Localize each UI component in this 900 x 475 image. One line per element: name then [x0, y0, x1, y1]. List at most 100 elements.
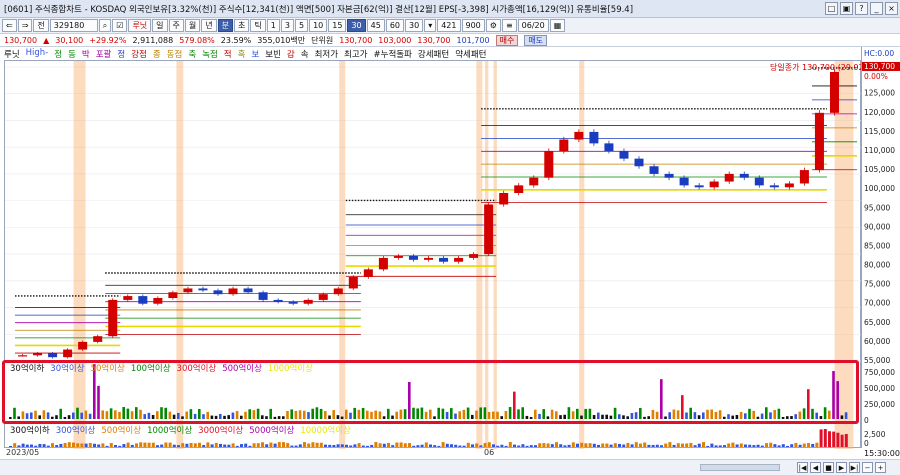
- volume-bar-12: [59, 408, 62, 419]
- interval-1[interactable]: 1: [266, 19, 280, 32]
- volume2-bar-176: [748, 444, 752, 447]
- period-minute[interactable]: 분: [217, 19, 234, 32]
- sell-button[interactable]: 매도: [524, 34, 548, 46]
- period-week[interactable]: 주: [168, 19, 184, 32]
- market-select[interactable]: 전: [33, 19, 49, 32]
- volume-bar-7: [38, 415, 41, 419]
- volume2-bar-147: [626, 442, 630, 447]
- dropdown-icon[interactable]: ▾: [424, 19, 437, 32]
- chart-scrollbar[interactable]: [700, 464, 780, 471]
- volume-bar-41: [181, 416, 184, 419]
- volume-bar-127: [542, 409, 545, 419]
- volume2-bar-13: [63, 443, 67, 447]
- candle-body-7: [123, 296, 133, 300]
- interval-select[interactable]: 30: [405, 19, 424, 32]
- interval-45[interactable]: 45: [366, 19, 385, 32]
- volume2-bar-86: [370, 444, 374, 447]
- count-input[interactable]: 421: [437, 19, 461, 32]
- play-icon[interactable]: ▶: [836, 462, 847, 473]
- legend-item-6: 정: [117, 50, 126, 60]
- period-second[interactable]: 초: [234, 19, 250, 32]
- volume2-bar-79: [340, 444, 344, 447]
- volume2-bar-141: [601, 443, 605, 447]
- legend-item-14: 보: [251, 50, 260, 60]
- date-input[interactable]: 06/20: [517, 19, 549, 32]
- volume-bar-196: [832, 371, 835, 419]
- price-chart[interactable]: [5, 61, 862, 449]
- price-axis-label-1: 0.00%: [864, 72, 888, 81]
- candle-body-32: [499, 193, 509, 205]
- price-axis-label-6: 105,000: [864, 165, 895, 174]
- calendar-icon[interactable]: ▦: [549, 19, 566, 32]
- legend-item-0: 루닛: [4, 50, 20, 60]
- price-axis-label-3: 120,000: [864, 108, 895, 117]
- candle-body-29: [454, 257, 464, 262]
- volume-bar-0: [9, 417, 12, 419]
- restore-icon[interactable]: □: [825, 2, 838, 15]
- search-icon[interactable]: ⌕: [98, 19, 112, 32]
- volume2-bar-72: [311, 442, 315, 447]
- volume-bar-40: [177, 412, 180, 419]
- list-icon[interactable]: ≡: [501, 19, 517, 32]
- volume2-bar-69: [298, 444, 302, 447]
- tile-icon[interactable]: ▣: [840, 2, 853, 15]
- buy-button[interactable]: 매수: [495, 34, 519, 46]
- xaxis-label-mid: 06: [484, 448, 495, 457]
- candle-body-0: [18, 355, 28, 357]
- last-icon[interactable]: ▶|: [849, 462, 860, 473]
- chart-toolbar: ⇐ ⇒ 전 329180 ⌕ ☑ 루닛 일 주 월 년 분 초 틱 1 3 5 …: [0, 18, 900, 34]
- volume2-bar-23: [105, 445, 109, 447]
- volume-bar-113: [483, 407, 487, 419]
- volume2-bar-113: [483, 443, 487, 447]
- vol-legend-bottom-item-6: 10000억이상: [300, 426, 351, 436]
- next-arrow-icon[interactable]: ⇒: [17, 19, 33, 32]
- candle-body-33: [514, 185, 524, 193]
- volume-bar-75: [324, 411, 327, 419]
- legend-item-13: 흑: [237, 50, 246, 60]
- volume-bar-78: [336, 415, 340, 419]
- volume2-bar-33: [147, 442, 151, 447]
- stock-code-input[interactable]: 329180: [49, 19, 98, 32]
- volume-bar-112: [479, 407, 482, 419]
- volume2-bar-108: [462, 445, 466, 447]
- interval-15[interactable]: 15: [328, 19, 347, 32]
- volume-bar-6: [34, 410, 37, 419]
- interval-10[interactable]: 10: [309, 19, 328, 32]
- period-day[interactable]: 일: [152, 19, 168, 32]
- volume2-bar-137: [584, 443, 588, 447]
- period-tick[interactable]: 틱: [250, 19, 266, 32]
- zoom-in-icon[interactable]: +: [875, 462, 886, 473]
- chart-area[interactable]: [4, 60, 862, 449]
- volume-bar-36: [160, 407, 163, 419]
- volume2-bar-134: [571, 442, 575, 447]
- close-icon[interactable]: ×: [885, 2, 898, 15]
- stop-icon[interactable]: ■: [823, 462, 834, 473]
- settings-icon[interactable]: ⚙: [485, 19, 501, 32]
- volume2-bar-58: [252, 443, 256, 447]
- volume-bar-95: [408, 381, 411, 419]
- volume2-bar-123: [525, 445, 529, 447]
- interval-30[interactable]: 30: [347, 19, 366, 32]
- price-axis-label-7: 100,000: [864, 184, 895, 193]
- volume-bar-37: [164, 407, 167, 419]
- prev-icon[interactable]: ◀: [810, 462, 821, 473]
- period-year[interactable]: 년: [201, 19, 217, 32]
- candle-body-10: [168, 292, 178, 298]
- volume2-bar-199: [844, 434, 848, 447]
- interval-60[interactable]: 60: [385, 19, 405, 32]
- interval-3[interactable]: 3: [280, 19, 294, 32]
- zoom-out-icon[interactable]: −: [862, 462, 873, 473]
- prev-arrow-icon[interactable]: ⇐: [2, 19, 17, 32]
- checkbox-icon[interactable]: ☑: [112, 19, 128, 32]
- volume-bar-184: [781, 416, 785, 419]
- first-icon[interactable]: |◀: [797, 462, 808, 473]
- interval-5[interactable]: 5: [294, 19, 309, 32]
- legend-item-16: 감: [286, 50, 295, 60]
- volume-bar-21: [97, 385, 100, 419]
- help-icon[interactable]: ?: [855, 2, 868, 15]
- volume2-bar-109: [466, 442, 470, 447]
- volume-bar-49: [214, 415, 218, 419]
- period-month[interactable]: 월: [184, 19, 201, 32]
- minimize-icon[interactable]: _: [870, 2, 883, 15]
- volume2-bar-128: [546, 443, 550, 447]
